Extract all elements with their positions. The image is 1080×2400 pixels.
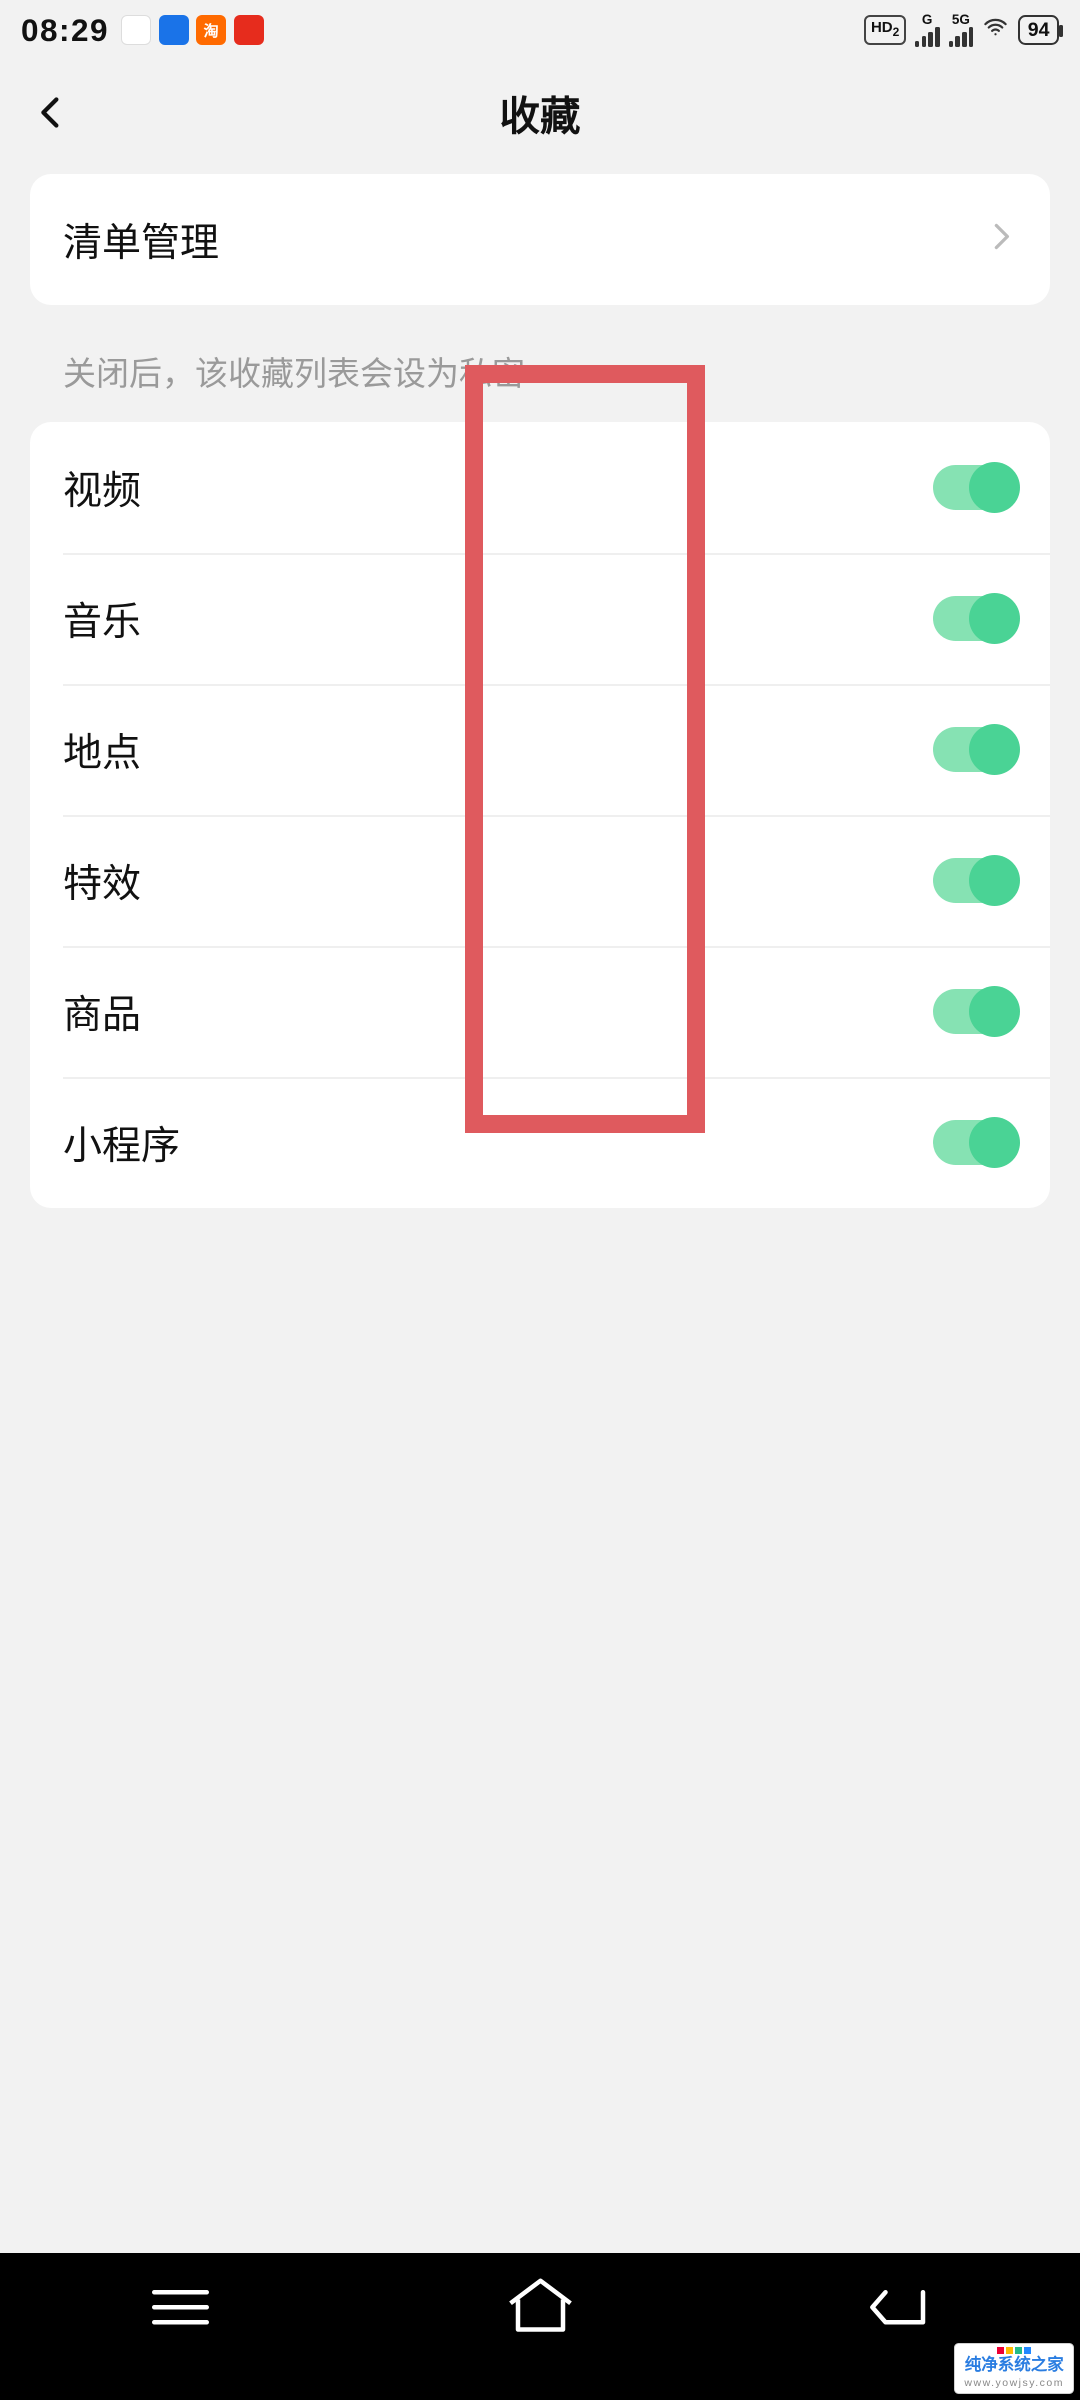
hd-badge: HD2: [864, 15, 905, 45]
notif-icon-3: 淘: [196, 15, 226, 45]
status-app-icons: 淘: [121, 15, 264, 45]
toggle-label: 特效: [63, 853, 141, 909]
manage-list-label: 清单管理: [63, 212, 219, 268]
back-button[interactable]: [21, 83, 81, 143]
notif-icon-4: [234, 15, 264, 45]
wifi-icon: [982, 14, 1009, 46]
status-right: HD2 G 5G 94: [864, 14, 1059, 47]
watermark-title: 纯净系统之家: [965, 2356, 1064, 2374]
toggle-label: 小程序: [63, 1115, 180, 1171]
back-arrow-icon: [863, 2281, 938, 2334]
watermark-url: www.yowjsy.com: [964, 2374, 1064, 2392]
toggle-goods[interactable]: [933, 989, 1017, 1034]
notif-icon-1: [121, 15, 151, 45]
menu-lines-icon: [143, 2281, 218, 2334]
toggle-miniapp[interactable]: [933, 1120, 1017, 1165]
signal-2: 5G: [949, 14, 974, 47]
status-left: 08:29 淘: [21, 12, 264, 49]
toggle-row-effects: 特效: [30, 815, 1050, 946]
page-header: 收藏: [0, 60, 1080, 165]
toggle-music[interactable]: [933, 596, 1017, 641]
chevron-left-icon: [32, 93, 71, 132]
content: 清单管理 关闭后，该收藏列表会设为私密 视频 音乐 地点 特效 商品 小: [0, 174, 1080, 1208]
toggle-label: 音乐: [63, 591, 141, 647]
manage-list-row[interactable]: 清单管理: [30, 174, 1050, 305]
system-nav-bar: [0, 2253, 1080, 2400]
toggle-row-miniapp: 小程序: [30, 1077, 1050, 1208]
toggle-row-video: 视频: [30, 422, 1050, 553]
nav-home-button[interactable]: [503, 2283, 578, 2331]
toggle-place[interactable]: [933, 727, 1017, 772]
toggle-row-goods: 商品: [30, 946, 1050, 1077]
toggles-card: 视频 音乐 地点 特效 商品 小程序: [30, 422, 1050, 1208]
manage-card: 清单管理: [30, 174, 1050, 305]
toggle-video[interactable]: [933, 465, 1017, 510]
toggle-label: 地点: [63, 722, 141, 778]
page-title: 收藏: [500, 83, 581, 142]
signal-1: G: [915, 14, 940, 47]
nav-back-button[interactable]: [863, 2283, 938, 2331]
toggle-effects[interactable]: [933, 858, 1017, 903]
status-bar: 08:29 淘 HD2 G 5G 94: [0, 0, 1080, 60]
notif-icon-2: [159, 15, 189, 45]
toggle-label: 视频: [63, 460, 141, 516]
status-time: 08:29: [21, 12, 109, 49]
toggle-label: 商品: [63, 984, 141, 1040]
nav-recent-button[interactable]: [143, 2283, 218, 2331]
home-icon: [503, 2277, 578, 2337]
toggle-row-music: 音乐: [30, 553, 1050, 684]
toggle-row-place: 地点: [30, 684, 1050, 815]
watermark-badge: 纯净系统之家 www.yowjsy.com: [954, 2343, 1074, 2395]
battery-indicator: 94: [1018, 15, 1059, 45]
section-hint: 关闭后，该收藏列表会设为私密: [30, 305, 1050, 422]
chevron-right-icon: [984, 220, 1017, 260]
